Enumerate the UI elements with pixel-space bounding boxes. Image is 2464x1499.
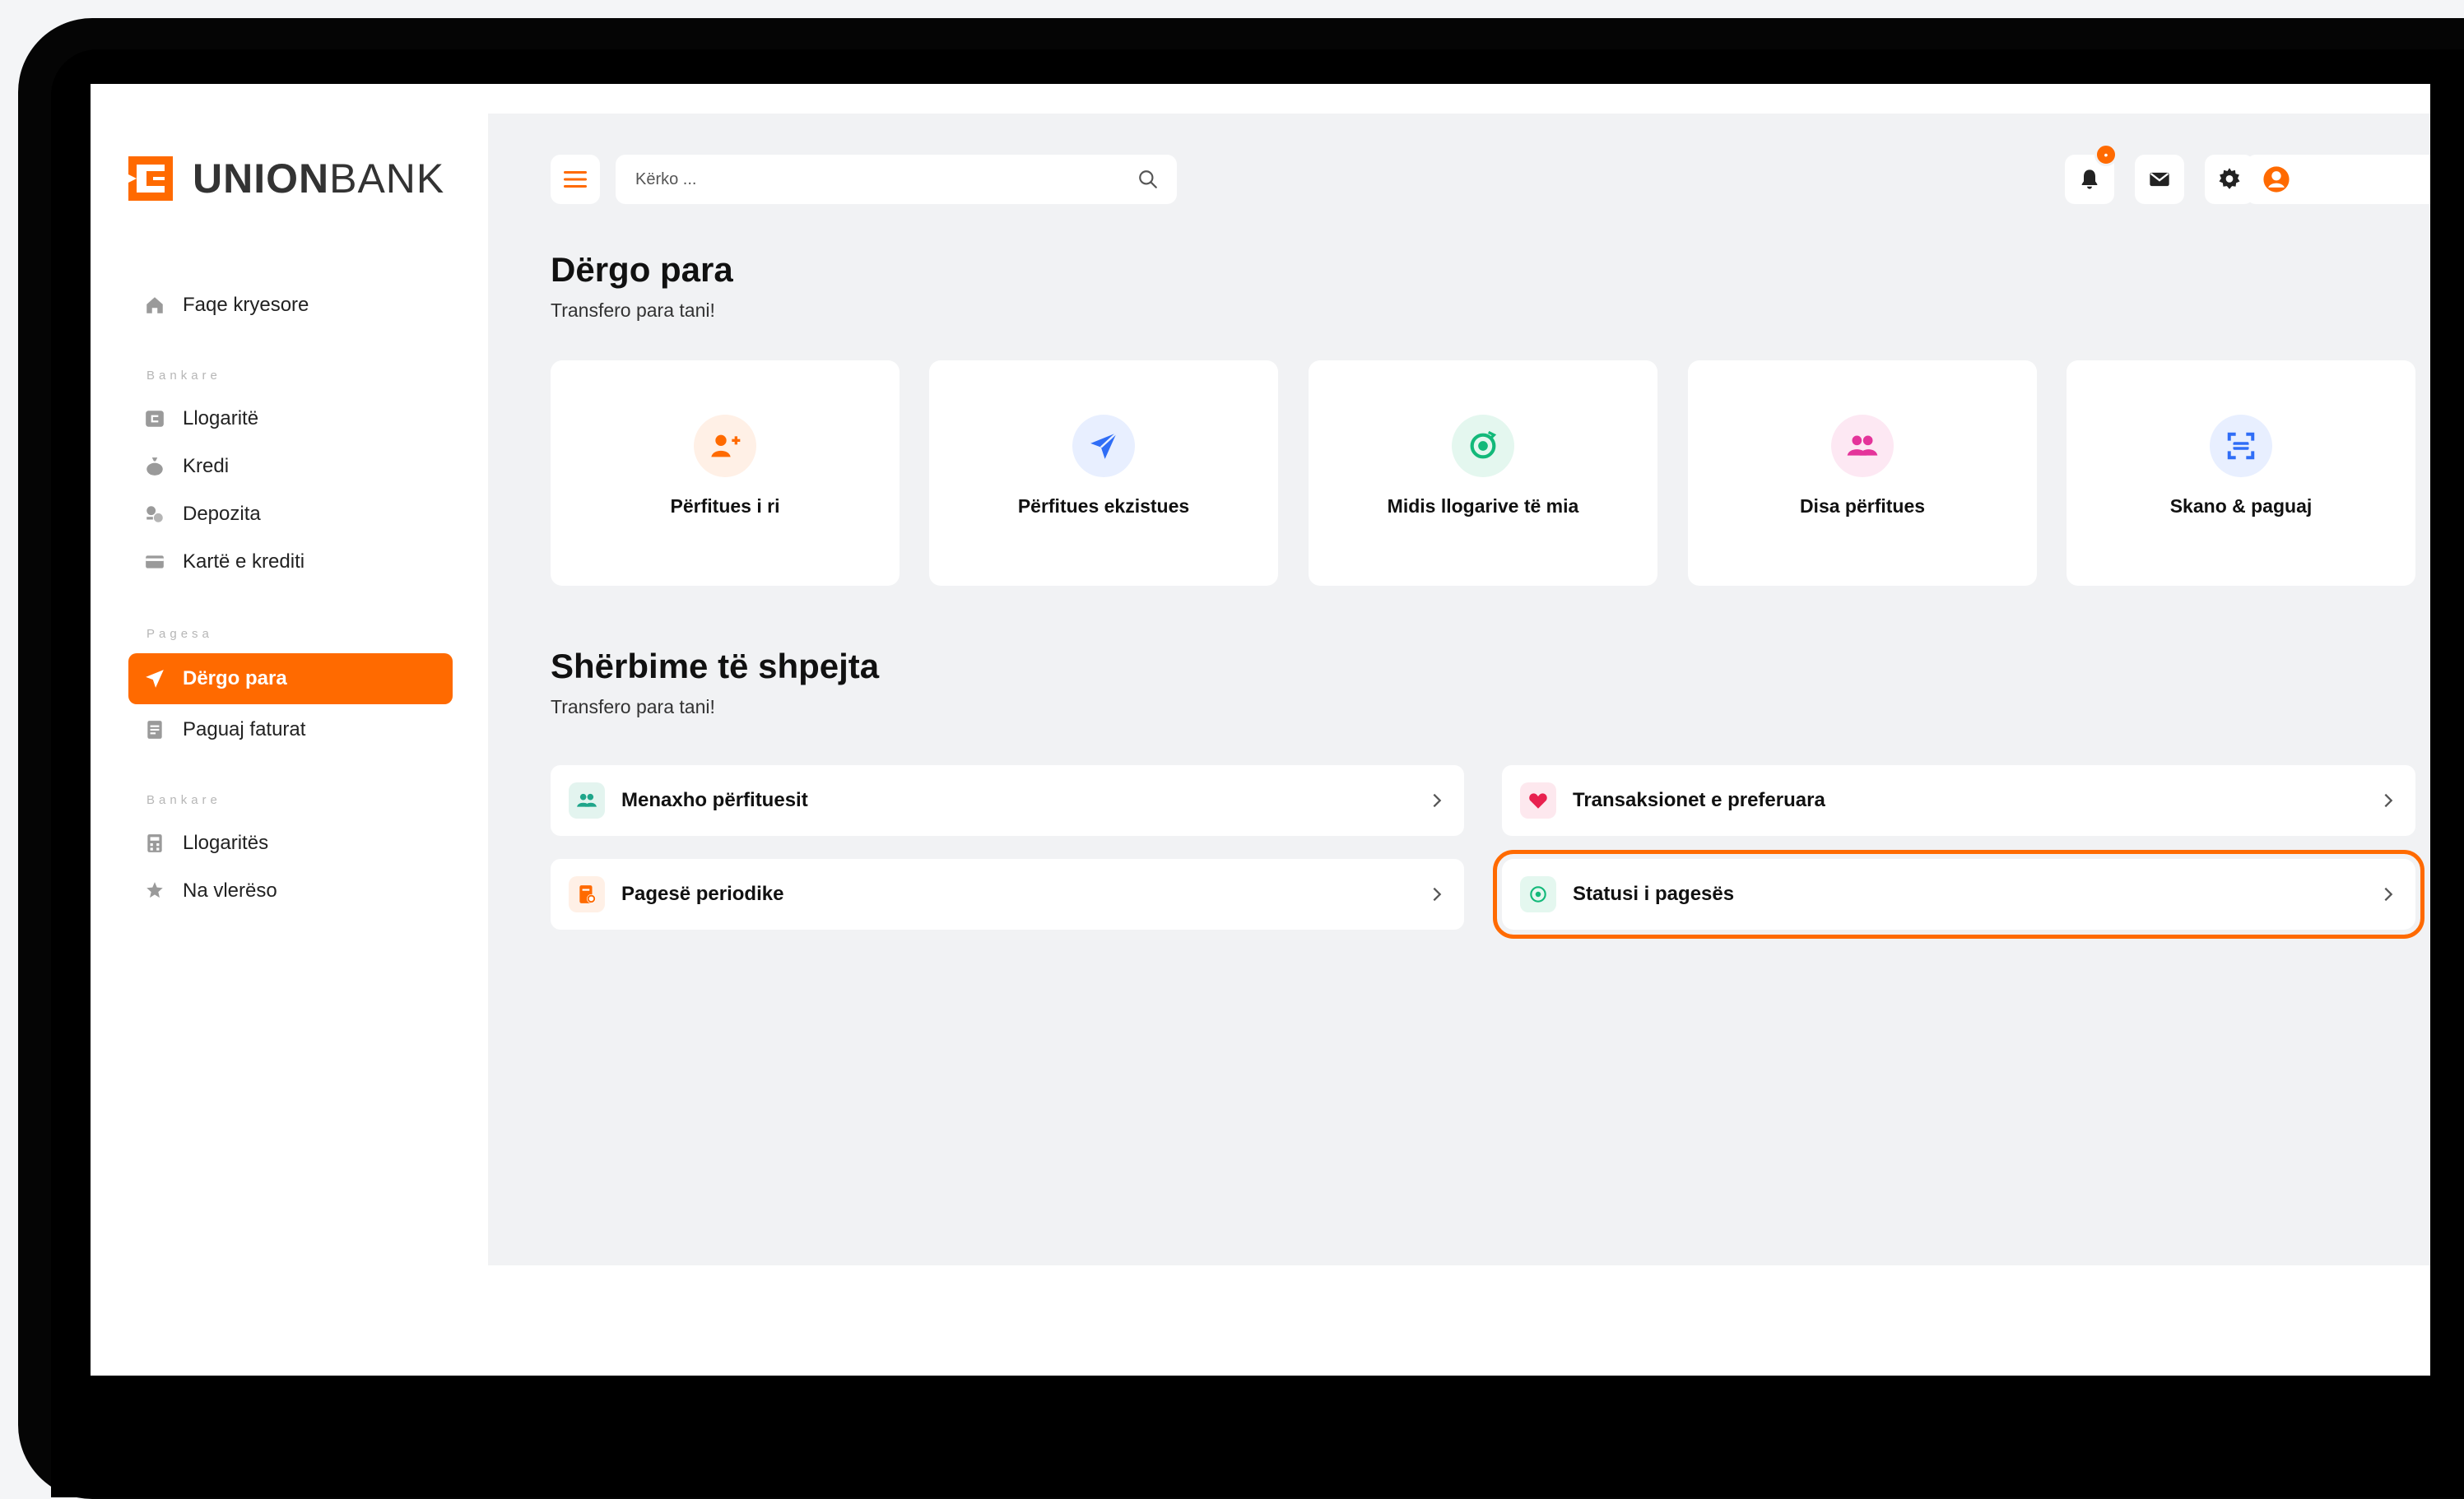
sidebar-item-label: Na vlerëso: [183, 879, 277, 902]
rating-icon: [143, 879, 166, 903]
sidebar-item-label: Kredi: [183, 455, 230, 477]
payment-status-icon: [1520, 876, 1556, 912]
option-card-label: Përfitues ekzistues: [1017, 495, 1190, 517]
credit-card-icon: [143, 550, 166, 573]
sidebar-item-label: Llogaritës: [183, 832, 269, 854]
service-manage-beneficiaries[interactable]: Menaxho përfituesit: [551, 765, 1464, 836]
sidebar-item-credit-card[interactable]: Kartë e krediti: [128, 536, 453, 587]
sidebar-item-label: Llogaritë: [183, 407, 259, 429]
sidebar-item-home[interactable]: Faqe kryesore: [128, 280, 453, 331]
paper-plane-icon: [143, 667, 166, 690]
main-content: • Dërgo para Transfero para tani!: [488, 114, 2430, 1265]
sidebar-item-calculator[interactable]: Llogaritës: [128, 818, 453, 869]
option-card-label: Përfitues i ri: [670, 495, 780, 517]
nav-section-label: Bankare: [146, 369, 221, 383]
page-subtitle: Transfero para tani!: [551, 299, 715, 321]
sidebar-item-label: Paguaj faturat: [183, 718, 306, 740]
hamburger-icon: [564, 171, 587, 188]
service-payment-status[interactable]: Statusi i pagesës: [1493, 850, 2424, 939]
sidebar-item-label: Dërgo para: [183, 667, 287, 689]
service-label: Pagesë periodike: [621, 883, 784, 905]
heart-icon: [1520, 782, 1556, 819]
search-bar: [616, 155, 1177, 204]
profile-button[interactable]: [2246, 155, 2430, 204]
option-card-scan-and-pay[interactable]: Skano & paguaj: [2067, 360, 2415, 586]
bell-icon: [2081, 169, 2098, 189]
chevron-right-icon: [2384, 887, 2393, 902]
sidebar-item-label: Kartë e krediti: [183, 550, 305, 573]
sidebar-item-accounts[interactable]: Llogaritë: [128, 393, 453, 444]
wallet-icon: [143, 407, 166, 430]
chevron-right-icon: [1433, 887, 1442, 902]
sidebar-item-label: Depozita: [183, 503, 261, 525]
chevron-right-icon: [2384, 793, 2393, 808]
nav-section-label: Pagesa: [146, 627, 213, 641]
sidebar-item-pay-bills[interactable]: Paguaj faturat: [128, 704, 453, 755]
chevron-right-icon: [1433, 793, 1442, 808]
search-input[interactable]: [634, 169, 1137, 190]
sidebar-item-loans[interactable]: Kredi: [128, 441, 453, 492]
service-favorite-transactions[interactable]: Transaksionet e preferuara: [1502, 765, 2415, 836]
option-card-label: Skano & paguaj: [2169, 495, 2313, 517]
nav-section-label: Bankare: [146, 793, 221, 807]
option-card-multiple-beneficiaries[interactable]: Disa përfitues: [1688, 360, 2037, 586]
scan-icon: [2210, 415, 2272, 477]
menu-toggle-button[interactable]: [551, 155, 600, 204]
notification-badge: •: [2094, 143, 2118, 166]
gear-icon: [2219, 168, 2240, 189]
calculator-icon: [143, 832, 166, 855]
option-card-label: Disa përfitues: [1799, 495, 1926, 517]
search-icon[interactable]: [1137, 169, 1159, 190]
user-plus-icon: [694, 415, 756, 477]
sidebar-item-rate-us[interactable]: Na vlerëso: [128, 866, 453, 917]
user-circle-icon: [2263, 166, 2290, 193]
money-bag-icon: [143, 455, 166, 478]
app-screen: UNIONBANK Faqe kryesore Bankare Llogarit…: [91, 84, 2430, 1376]
sidebar-item-send-money[interactable]: Dërgo para: [128, 653, 453, 704]
section-title: Shërbime të shpejta: [551, 647, 880, 685]
transfer-cycle-icon: [1452, 415, 1514, 477]
brand-name: UNIONBANK: [193, 155, 445, 202]
option-card-own-accounts[interactable]: Midis llogarive të mia: [1309, 360, 1657, 586]
paper-plane-icon: [1072, 415, 1135, 477]
service-periodic-payment[interactable]: Pagesë periodike: [551, 859, 1464, 930]
notifications-button[interactable]: •: [2065, 143, 2118, 204]
mail-icon: [2150, 172, 2169, 187]
brand-logo[interactable]: UNIONBANK: [128, 155, 444, 202]
recurring-bill-icon: [569, 876, 605, 912]
section-subtitle: Transfero para tani!: [551, 696, 715, 717]
sidebar-item-deposits[interactable]: Depozita: [128, 489, 453, 540]
service-label: Statusi i pagesës: [1573, 883, 1735, 905]
users-icon: [569, 782, 605, 819]
service-label: Transaksionet e preferuara: [1573, 789, 1825, 811]
home-icon: [143, 294, 166, 317]
users-icon: [1831, 415, 1894, 477]
messages-button[interactable]: [2135, 155, 2184, 204]
sidebar: UNIONBANK Faqe kryesore Bankare Llogarit…: [91, 84, 488, 1376]
option-card-existing-beneficiary[interactable]: Përfitues ekzistues: [929, 360, 1278, 586]
page-title: Dërgo para: [551, 250, 733, 289]
option-card-new-beneficiary[interactable]: Përfitues i ri: [551, 360, 900, 586]
bill-icon: [143, 718, 166, 741]
sidebar-item-label: Faqe kryesore: [183, 294, 309, 316]
service-label: Menaxho përfituesit: [621, 789, 808, 811]
unionbank-logo-icon: [128, 156, 173, 201]
option-card-label: Midis llogarive të mia: [1387, 495, 1579, 517]
coins-icon: [143, 503, 166, 526]
